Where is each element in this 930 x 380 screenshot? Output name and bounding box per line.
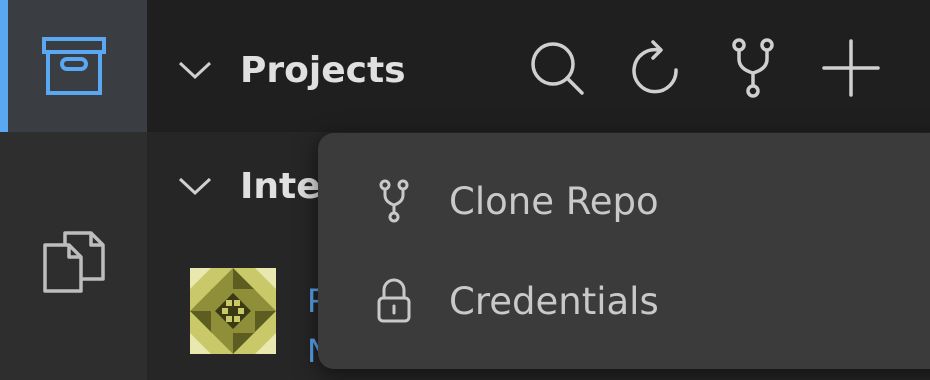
- project-avatar[interactable]: [190, 268, 276, 354]
- refresh-icon: [632, 40, 678, 94]
- lock-icon: [377, 278, 411, 323]
- header-actions: [508, 34, 900, 102]
- search-icon: [531, 42, 584, 95]
- activity-bar: [0, 0, 147, 380]
- activity-item-projects[interactable]: [0, 0, 147, 132]
- menu-item-label: Credentials: [449, 279, 659, 323]
- search-button[interactable]: [508, 34, 606, 102]
- project-identicon-icon: [190, 268, 276, 354]
- git-fork-icon: [732, 38, 774, 98]
- plus-icon: [822, 39, 880, 97]
- archive-box-icon: [41, 37, 106, 95]
- menu-item-label: Clone Repo: [449, 179, 659, 223]
- files-icon: [42, 231, 105, 293]
- git-fork-icon: [379, 179, 409, 223]
- section-title: Projects: [240, 49, 406, 91]
- add-menu-popup: Clone Repo Credentials: [318, 133, 930, 369]
- menu-item-credentials[interactable]: Credentials: [318, 251, 930, 351]
- add-button[interactable]: [802, 34, 900, 102]
- chevron-down-icon: [178, 61, 212, 80]
- refresh-button[interactable]: [606, 34, 704, 102]
- section-title-2: Inte: [240, 165, 321, 207]
- activity-item-files[interactable]: [0, 196, 147, 328]
- section-header-2[interactable]: Inte: [147, 138, 327, 234]
- menu-item-clone-repo[interactable]: Clone Repo: [318, 151, 930, 251]
- chevron-down-icon: [178, 177, 212, 196]
- fork-button[interactable]: [704, 34, 802, 102]
